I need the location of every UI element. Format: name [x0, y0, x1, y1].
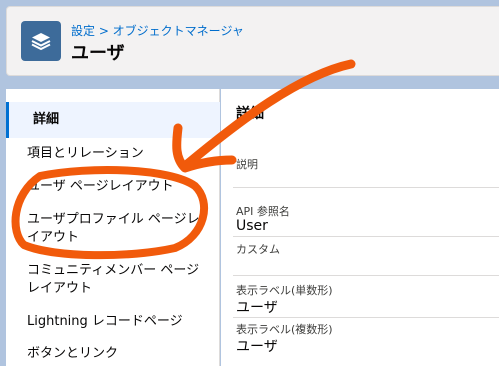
sidebar-item-user-profile-page-layouts[interactable]: ユーザプロファイル ページレ [6, 210, 220, 230]
page-title: ユーザ [71, 43, 125, 64]
sidebar-item-user-page-layouts[interactable]: ユーザ ページレイアウト [6, 177, 220, 197]
field-label-custom: カスタム [236, 243, 280, 256]
sidebar-item-lightning-record-pages[interactable]: Lightning レコードページ [6, 312, 220, 332]
object-header: 設定 > オブジェクトマネージャ ユーザ [6, 6, 499, 76]
field-label-plural: 表示ラベル(複数形) [236, 323, 333, 336]
sidebar-item-community-member-page-layouts-line2[interactable]: レイアウト [6, 279, 220, 299]
sidebar: 詳細 項目とリレーション ユーザ ページレイアウト ユーザプロファイル ページレ… [6, 89, 220, 366]
field-label-singular: 表示ラベル(単数形) [236, 284, 333, 297]
divider [233, 275, 499, 276]
details-title: 詳細 [236, 106, 264, 122]
field-label-api-name: API 参照名 [236, 205, 290, 218]
details-panel: 詳細 説明 API 参照名 User カスタム 表示ラベル(単数形) ユーザ 表… [221, 89, 499, 366]
sidebar-item-buttons-links[interactable]: ボタンとリンク [6, 344, 220, 364]
sidebar-item-community-member-page-layouts[interactable]: コミュニティメンバー ページ [6, 261, 220, 281]
sidebar-item-details[interactable]: 詳細 [6, 102, 220, 138]
field-label-description: 説明 [236, 158, 258, 171]
divider [233, 236, 499, 237]
breadcrumb[interactable]: 設定 > オブジェクトマネージャ [71, 22, 244, 39]
divider [233, 317, 499, 318]
layers-icon [21, 21, 61, 61]
field-value-singular: ユーザ [236, 300, 278, 316]
sidebar-item-user-profile-page-layouts-line2[interactable]: イアウト [6, 228, 220, 248]
field-value-api-name: User [236, 218, 268, 234]
divider [233, 187, 499, 188]
sidebar-item-fields-relationships[interactable]: 項目とリレーション [6, 144, 220, 164]
field-value-plural: ユーザ [236, 339, 278, 355]
